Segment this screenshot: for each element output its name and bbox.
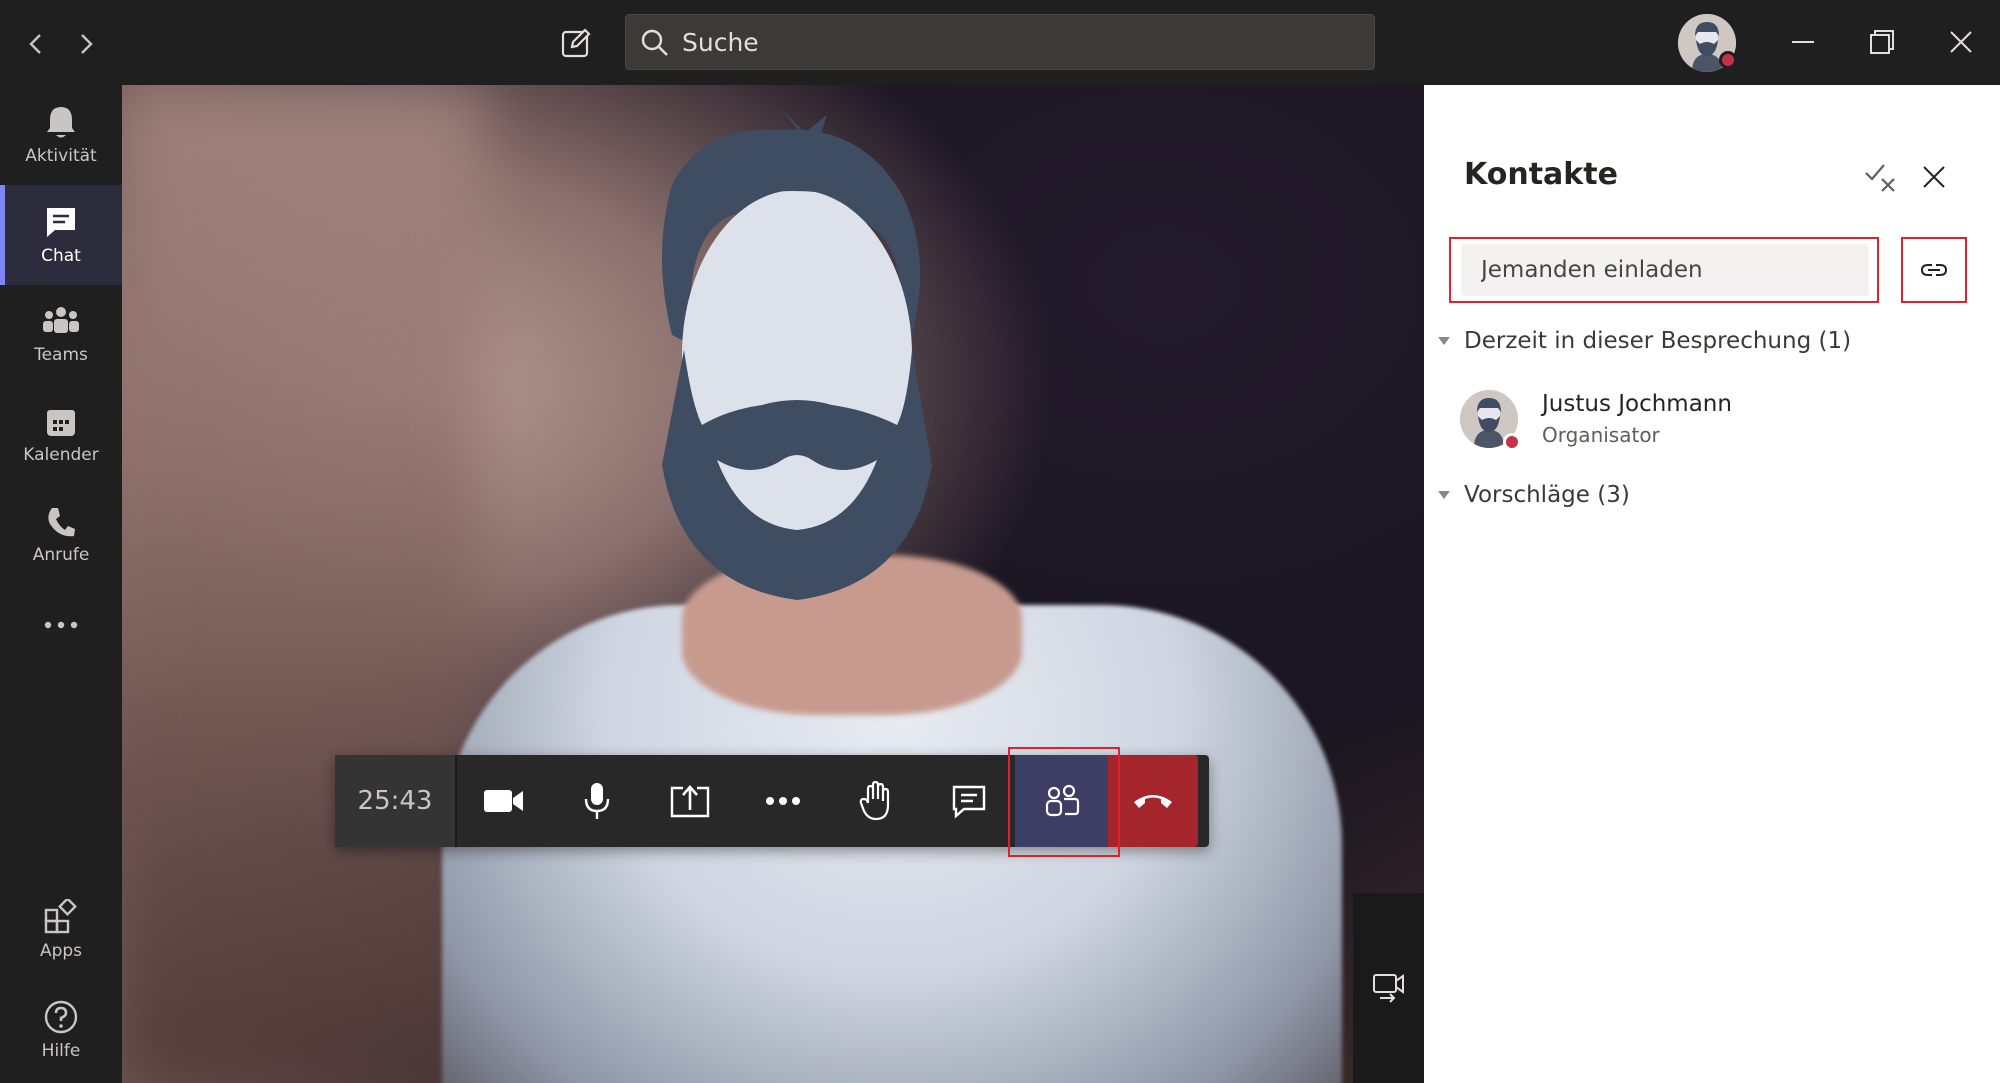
back-button[interactable] xyxy=(14,22,58,66)
calendar-icon xyxy=(47,410,75,436)
participant-row[interactable]: Justus Jochmann Organisator xyxy=(1460,385,1960,455)
contacts-panel: Kontakte Derzeit in dieser Besprechung (… xyxy=(1424,85,2000,1083)
close-icon xyxy=(1923,166,1945,188)
device-settings-button[interactable] xyxy=(1353,893,1424,1083)
rail-item-activity[interactable]: Aktivität xyxy=(0,85,122,185)
mute-all-button[interactable] xyxy=(1860,157,1900,197)
caret-down-icon xyxy=(1438,337,1450,345)
compose-icon xyxy=(561,28,591,58)
search-placeholder: Suche xyxy=(682,28,759,57)
close-window-button[interactable] xyxy=(1936,20,1986,64)
rail-item-teams[interactable]: Teams xyxy=(0,285,122,385)
more-dots-icon xyxy=(765,797,800,805)
background-wall xyxy=(122,85,482,1083)
section-label: Vorschläge (3) xyxy=(1464,482,1630,508)
search-box[interactable]: Suche xyxy=(625,14,1375,70)
show-conversation-button[interactable] xyxy=(922,755,1015,847)
video-camera-icon xyxy=(483,790,523,812)
bell-icon xyxy=(47,107,75,138)
rail-label: Kalender xyxy=(23,445,99,465)
rail-item-help[interactable]: Hilfe xyxy=(0,980,122,1080)
new-chat-button[interactable] xyxy=(553,20,599,66)
chevron-left-icon xyxy=(29,34,41,54)
more-actions-button[interactable] xyxy=(736,755,829,847)
raise-hand-button[interactable] xyxy=(829,755,922,847)
rail-item-chat[interactable]: Chat xyxy=(0,185,122,285)
section-in-meeting[interactable]: Derzeit in dieser Besprechung (1) xyxy=(1438,328,1851,354)
close-icon xyxy=(1950,31,1972,53)
participant-role: Organisator xyxy=(1542,423,1660,447)
raise-hand-icon xyxy=(859,781,889,821)
share-screen-button[interactable] xyxy=(643,755,736,847)
rail-label: Anrufe xyxy=(32,545,90,565)
help-icon xyxy=(44,1000,78,1034)
participant-name: Justus Jochmann xyxy=(1542,391,1732,417)
rail-item-calendar[interactable]: Kalender xyxy=(0,385,122,485)
chevron-right-icon xyxy=(81,34,93,54)
panel-title: Kontakte xyxy=(1464,157,1618,192)
restore-button[interactable] xyxy=(1857,20,1907,64)
link-icon xyxy=(1920,264,1948,276)
teams-icon xyxy=(43,307,79,333)
presence-busy-dot xyxy=(1503,433,1521,451)
rail-label: Aktivität xyxy=(25,146,97,166)
apps-icon xyxy=(44,899,77,934)
more-dots-icon xyxy=(44,621,78,629)
copy-join-link-button[interactable] xyxy=(1901,237,1967,303)
invite-highlight-box xyxy=(1449,237,1879,303)
title-bar: Suche xyxy=(0,0,2000,85)
rail-label: Hilfe xyxy=(41,1041,81,1061)
share-screen-icon xyxy=(670,785,709,818)
forward-button[interactable] xyxy=(64,22,108,66)
microphone-icon xyxy=(584,783,609,819)
video-stage xyxy=(122,85,1424,1083)
app-rail: Aktivität Chat Teams Kalender Anrufe App… xyxy=(0,85,122,1083)
rail-more-button[interactable] xyxy=(0,590,122,660)
camera-button[interactable] xyxy=(457,755,550,847)
minimize-icon xyxy=(1792,41,1814,43)
rail-item-calls[interactable]: Anrufe xyxy=(0,485,122,585)
invite-input[interactable] xyxy=(1461,244,1869,296)
camera-switch-icon xyxy=(1372,974,1404,1003)
rail-item-apps[interactable]: Apps xyxy=(0,880,122,980)
chat-icon xyxy=(47,208,75,237)
section-suggestions[interactable]: Vorschläge (3) xyxy=(1438,482,1630,508)
chat-bubble-icon xyxy=(952,785,985,819)
rail-label: Apps xyxy=(39,941,83,961)
caret-down-icon xyxy=(1438,491,1450,499)
close-panel-button[interactable] xyxy=(1914,157,1954,197)
presence-busy-dot xyxy=(1719,51,1737,69)
search-icon xyxy=(641,29,668,56)
rail-label: Chat xyxy=(41,246,81,266)
section-label: Derzeit in dieser Besprechung (1) xyxy=(1464,328,1852,354)
minimize-button[interactable] xyxy=(1778,20,1828,64)
participants-highlight-box xyxy=(1008,747,1120,857)
restore-icon xyxy=(1870,30,1894,54)
hang-up-button[interactable] xyxy=(1108,755,1198,847)
phone-icon xyxy=(48,508,75,537)
hang-up-phone-icon xyxy=(1134,795,1172,808)
check-x-icon xyxy=(1865,164,1895,192)
participant-avatar-overlay xyxy=(662,110,932,600)
call-timer: 25:43 xyxy=(335,755,457,847)
microphone-button[interactable] xyxy=(550,755,643,847)
rail-label: Teams xyxy=(34,345,88,365)
